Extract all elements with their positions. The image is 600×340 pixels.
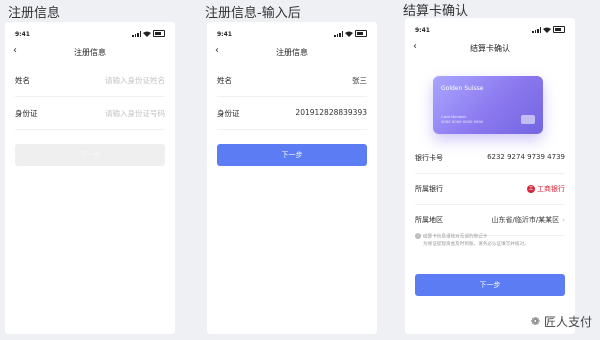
- wifi-icon: [345, 31, 353, 37]
- chevron-right-icon: ›: [562, 216, 565, 224]
- region-value: 山东省/临沂市/某某区: [491, 216, 560, 224]
- signal-icon: [532, 26, 541, 33]
- battery-icon: [355, 30, 367, 37]
- signal-icon: [132, 30, 141, 37]
- nav-bar: ‹ 注册信息: [5, 42, 175, 64]
- wifi-icon: [543, 27, 551, 33]
- card-number-label: 银行卡号: [415, 154, 443, 162]
- status-icons: [334, 30, 367, 37]
- panel-title-3: 结算卡确认: [403, 4, 469, 19]
- icbc-logo-icon: 工: [527, 185, 535, 193]
- status-time: 9:41: [217, 31, 232, 38]
- notice-line-1: 结算卡信息请核对无误的借记卡: [423, 234, 488, 240]
- watermark-text: 匠人支付: [543, 315, 592, 329]
- phone-screen-register: 9:41 ‹ 注册信息 姓名 请输入身份证姓名 身份证 请输入身份证号码 下一步: [5, 22, 175, 334]
- wechat-icon: ❁: [530, 315, 540, 328]
- phone-screen-register-filled: 9:41 ‹ 注册信息 姓名 张三 身份证 201912828839393 下一…: [207, 22, 377, 334]
- bank-value: 工商银行: [537, 185, 565, 193]
- card-number: Card Number 0000 0000 0000 0000: [441, 114, 483, 124]
- next-button[interactable]: 下一步: [415, 274, 565, 296]
- status-time: 9:41: [415, 27, 430, 34]
- battery-icon: [153, 30, 165, 37]
- bank-card: Golden Suisse Card Number 0000 0000 0000…: [433, 76, 543, 134]
- status-icons: [132, 30, 165, 37]
- name-input[interactable]: 请输入身份证姓名: [105, 75, 165, 86]
- next-button[interactable]: 下一步: [217, 144, 367, 166]
- region-label: 所属地区: [415, 216, 443, 224]
- name-label: 姓名: [217, 76, 232, 85]
- status-icons: [532, 26, 565, 33]
- card-number-value: 6232 9274 9739 4739: [487, 153, 565, 161]
- region-row[interactable]: 所属地区 山东省/临沂市/某某区 ›: [415, 205, 565, 236]
- nav-bar: ‹ 结算卡确认: [405, 38, 575, 60]
- page-title: 注册信息: [276, 48, 308, 57]
- card-name: Golden Suisse: [441, 85, 484, 92]
- card-number-row: 银行卡号 6232 9274 9739 4739: [415, 143, 565, 174]
- id-card-input[interactable]: 请输入身份证号码: [105, 108, 165, 119]
- id-card-field[interactable]: 身份证 201912828839393: [217, 97, 367, 130]
- bank-label: 所属银行: [415, 185, 443, 193]
- info-icon: !: [415, 233, 421, 239]
- name-label: 姓名: [15, 76, 30, 85]
- next-button-disabled[interactable]: 下一步: [15, 144, 165, 166]
- status-bar: 9:41: [5, 22, 175, 42]
- region-value-wrap[interactable]: 山东省/临沂市/某某区 ›: [491, 215, 565, 225]
- page-title: 注册信息: [74, 48, 106, 57]
- id-card-input[interactable]: 201912828839393: [295, 108, 367, 117]
- bank-row: 所属银行 工工商银行: [415, 174, 565, 205]
- name-input[interactable]: 张三: [352, 75, 367, 86]
- id-card-field[interactable]: 身份证 请输入身份证号码: [15, 97, 165, 130]
- name-field[interactable]: 姓名 张三: [217, 64, 367, 97]
- signal-icon: [334, 30, 343, 37]
- card-number-masked: 0000 0000 0000 0000: [441, 119, 484, 124]
- notice: ! 结算卡信息请核对无误的借记卡 为保证提现资金及时到账，请务必认证填写并核对。: [415, 233, 565, 248]
- nav-bar: ‹ 注册信息: [207, 42, 377, 64]
- notice-line-2: 为保证提现资金及时到账，请务必认证填写并核对。: [423, 241, 529, 247]
- status-time: 9:41: [15, 31, 30, 38]
- phone-screen-card-confirm: 9:41 ‹ 结算卡确认 Golden Suisse Card Number 0…: [405, 18, 575, 334]
- card-chip-icon: [521, 115, 535, 124]
- page-title: 结算卡确认: [470, 44, 510, 53]
- watermark: ❁ 匠人支付: [531, 313, 592, 330]
- id-card-label: 身份证: [217, 109, 240, 118]
- card-info-list: 银行卡号 6232 9274 9739 4739 所属银行 工工商银行 所属地区…: [405, 143, 575, 236]
- name-field[interactable]: 姓名 请输入身份证姓名: [15, 64, 165, 97]
- battery-icon: [553, 26, 565, 33]
- bank-value-wrap: 工工商银行: [527, 184, 565, 194]
- status-bar: 9:41: [207, 22, 377, 42]
- status-bar: 9:41: [405, 18, 575, 38]
- panel-title-2: 注册信息-输入后: [205, 6, 301, 21]
- wifi-icon: [143, 31, 151, 37]
- panel-title-1: 注册信息: [8, 6, 61, 21]
- id-card-label: 身份证: [15, 109, 38, 118]
